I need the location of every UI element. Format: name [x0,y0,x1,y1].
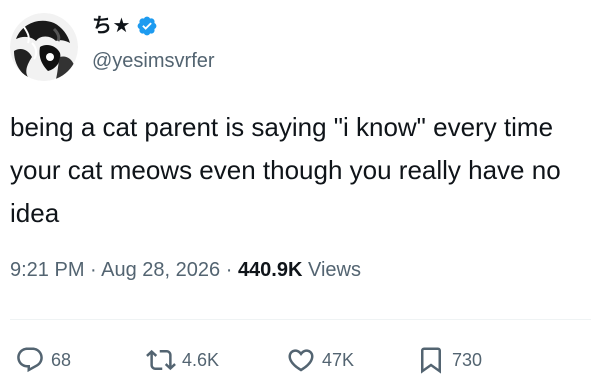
tweet-text: being a cat parent is saying "i know" ev… [10,112,561,228]
display-name[interactable]: ち★ [92,12,131,40]
views-label: Views [302,259,361,281]
reply-count: 68 [51,349,72,370]
author-handle[interactable]: @yesimsvrfer [92,48,215,74]
meta-separator: · [220,259,238,281]
avatar-image [10,13,78,81]
like-count: 47K [322,349,355,370]
tweet-date[interactable]: Aug 28, 2026 [101,259,220,281]
retweet-count: 4.6K [182,349,220,370]
bookmark-outline-icon [421,347,441,374]
avatar[interactable] [10,13,78,81]
views-count: 440.9K [237,259,303,281]
bookmark-button[interactable]: 730 [416,344,482,376]
tweet-card: ち★ @yesimsvrfer being a cat parent is sa… [0,0,601,388]
heart-outline-icon [288,349,314,372]
divider [10,319,591,320]
like-button[interactable]: 47K [286,344,354,376]
speech-bubble-icon [17,347,43,373]
bookmark-count: 730 [452,349,483,370]
tweet-time[interactable]: 9:21 PM [10,259,84,281]
retweet-arrows-icon [146,349,176,371]
meta-separator: · [84,259,102,281]
verified-badge-icon [137,16,157,36]
reply-button[interactable]: 68 [15,344,71,376]
retweet-button[interactable]: 4.6K [146,344,219,376]
tweet-meta: 9:21 PM · Aug 28, 2026 · 440.9K Views [10,256,361,284]
author-name-row: ち★ [92,12,158,40]
